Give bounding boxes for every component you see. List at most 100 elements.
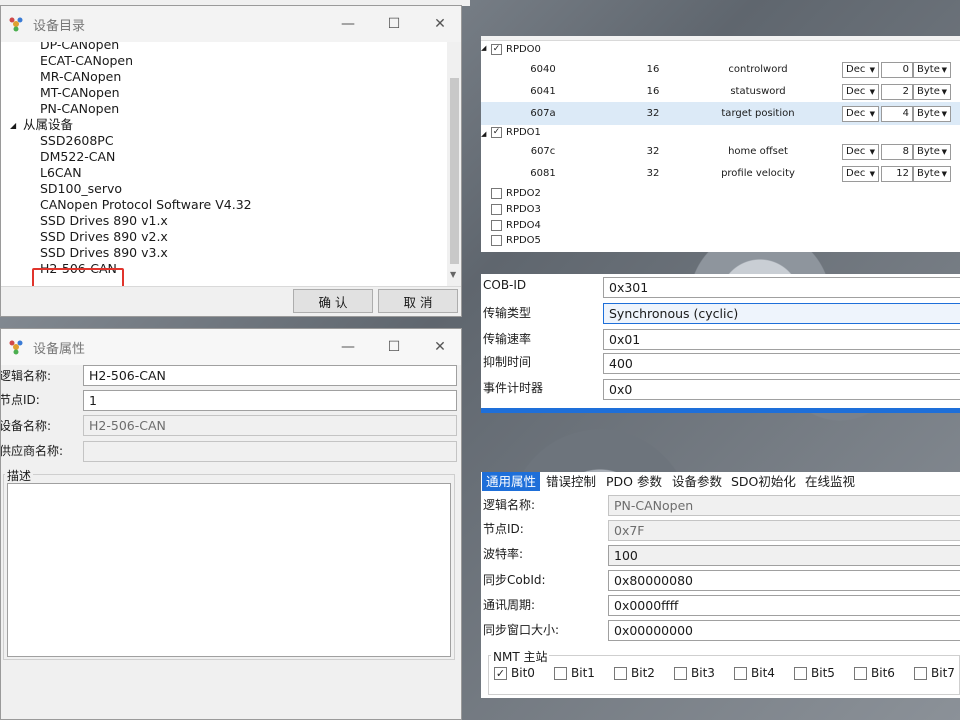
unit-select[interactable]: Byte ▼ (913, 62, 951, 78)
event-timer-field[interactable]: 0x0 (603, 379, 960, 400)
logic-name-field[interactable]: H2-506-CAN (83, 365, 457, 386)
unit-select[interactable]: Byte ▼ (913, 166, 951, 182)
format-select[interactable]: Dec ▼ (842, 62, 879, 78)
tree-item[interactable]: PN-CANopen (40, 101, 119, 117)
rpdo4-checkbox[interactable] (491, 220, 502, 231)
tree-item[interactable]: SSD Drives 890 v1.x (40, 213, 168, 229)
comm-cycle-field[interactable]: 0x0000ffff (608, 595, 960, 616)
bit3-checkbox[interactable] (674, 667, 687, 680)
tree-item[interactable]: MT-CANopen (40, 85, 120, 101)
offset-input[interactable]: 4 (881, 106, 913, 122)
tree-item[interactable]: DP-CANopen (40, 42, 119, 53)
baud-rate-select[interactable]: 100 (608, 545, 960, 566)
tree-item[interactable]: SSD Drives 890 v2.x (40, 229, 168, 245)
tree-item[interactable]: DM522-CAN (40, 149, 115, 165)
tree-item[interactable]: SSD2608PC (40, 133, 114, 149)
format-select[interactable]: Dec ▼ (842, 84, 879, 100)
inhibit-time-field[interactable]: 400 (603, 353, 960, 374)
blue-divider (481, 408, 960, 413)
maximize-button[interactable]: ☐ (371, 329, 417, 365)
description-textarea[interactable] (7, 483, 451, 657)
rpdo5-label: RPDO5 (506, 235, 541, 246)
node-id-label: 节点ID: (0, 393, 40, 407)
rpdo0-checkbox[interactable]: ✓ (491, 44, 502, 55)
sync-cobid-field[interactable]: 0x80000080 (608, 570, 960, 591)
dropdown-arrow-icon: ▼ (869, 66, 875, 74)
app-logo-icon (9, 340, 23, 355)
minimize-button[interactable]: — (325, 329, 371, 365)
maximize-button[interactable]: ☐ (371, 6, 417, 42)
offset-input[interactable]: 2 (881, 84, 913, 100)
bit5-checkbox[interactable] (794, 667, 807, 680)
transmission-rate-field[interactable]: 0x01 (603, 329, 960, 350)
format-select[interactable]: Dec ▼ (842, 166, 879, 182)
table-cell: statusword (730, 86, 786, 97)
scroll-thumb[interactable] (450, 78, 459, 264)
logic-name-label: 逻辑名称: (483, 498, 536, 512)
ok-button[interactable]: 确 认 (293, 289, 373, 313)
tree-item[interactable]: MR-CANopen (40, 69, 121, 85)
tree-item[interactable]: L6CAN (40, 165, 82, 181)
collapse-arrow-icon[interactable]: ◢ (481, 44, 486, 52)
collapse-arrow-icon[interactable]: ◢ (10, 121, 16, 130)
device-properties-titlebar[interactable]: 设备属性 — ☐ ✕ (1, 329, 461, 365)
sync-window-field[interactable]: 0x00000000 (608, 620, 960, 641)
node-id-field[interactable]: 1 (83, 390, 457, 411)
table-cell: 32 (646, 168, 660, 179)
bit6-label: Bit6 (871, 666, 895, 680)
device-catalog-window: 设备目录 — ☐ ✕ DP-CANopen ECAT-CANopen MR-CA… (0, 5, 462, 317)
tree-item[interactable]: SD100_servo (40, 181, 122, 197)
dropdown-arrow-icon: ▼ (941, 148, 947, 156)
bit6-checkbox[interactable] (854, 667, 867, 680)
collapse-arrow-icon[interactable]: ◢ (481, 130, 486, 138)
device-catalog-titlebar[interactable]: 设备目录 — ☐ ✕ (1, 6, 461, 42)
bit4-label: Bit4 (751, 666, 775, 680)
bit5-label: Bit5 (811, 666, 835, 680)
tab-general[interactable]: 通用属性 (482, 472, 541, 491)
table-cell: controlword (728, 64, 788, 75)
bit7-checkbox[interactable] (914, 667, 927, 680)
bit0-checkbox[interactable]: ✓ (494, 667, 507, 680)
format-select[interactable]: Dec ▼ (842, 144, 879, 160)
tree-item[interactable]: SSD Drives 890 v3.x (40, 245, 168, 261)
close-button[interactable]: ✕ (417, 329, 461, 365)
rpdo1-checkbox[interactable]: ✓ (491, 127, 502, 138)
cancel-button[interactable]: 取 消 (378, 289, 458, 313)
rpdo1-label: RPDO1 (506, 127, 541, 138)
close-button[interactable]: ✕ (417, 6, 461, 42)
transmission-type-select[interactable]: Synchronous (cyclic) (603, 303, 960, 324)
bit4-checkbox[interactable] (734, 667, 747, 680)
cobid-field[interactable]: 0x301 (603, 277, 960, 298)
unit-select[interactable]: Byte ▼ (913, 144, 951, 160)
tab-device-params[interactable]: 设备参数 (668, 472, 726, 491)
format-select[interactable]: Dec ▼ (842, 106, 879, 122)
offset-input[interactable]: 8 (881, 144, 913, 160)
tree-item[interactable]: CANopen Protocol Software V4.32 (40, 197, 252, 213)
unit-select[interactable]: Byte ▼ (913, 84, 951, 100)
offset-input[interactable]: 12 (881, 166, 913, 182)
table-cell: target position (721, 108, 795, 119)
unit-select[interactable]: Byte ▼ (913, 106, 951, 122)
device-name-label: 设备名称: (0, 419, 52, 433)
bit2-checkbox[interactable] (614, 667, 627, 680)
dropdown-arrow-icon: ▼ (941, 66, 947, 74)
rpdo3-checkbox[interactable] (491, 204, 502, 215)
tab-pdo-params[interactable]: PDO 参数 (602, 472, 666, 491)
selection-highlight-box (32, 268, 124, 286)
sync-cobid-label: 同步CobId: (483, 573, 546, 587)
tab-error-control[interactable]: 错误控制 (542, 472, 600, 491)
rpdo2-checkbox[interactable] (491, 188, 502, 199)
bit1-checkbox[interactable] (554, 667, 567, 680)
scroll-down-arrow-icon[interactable]: ▼ (450, 270, 456, 279)
tree-item[interactable]: ECAT-CANopen (40, 53, 133, 69)
minimize-button[interactable]: — (325, 6, 371, 42)
tab-sdo-init[interactable]: SDO初始化 (727, 472, 800, 491)
dropdown-arrow-icon: ▼ (941, 110, 947, 118)
tree-scrollbar[interactable]: ▼ (447, 42, 461, 286)
offset-input[interactable]: 0 (881, 62, 913, 78)
tab-online-monitor[interactable]: 在线监视 (801, 472, 859, 491)
table-cell: profile velocity (721, 168, 795, 179)
tree-group-slave-devices[interactable]: 从属设备 (23, 117, 73, 133)
rpdo5-checkbox[interactable] (491, 235, 502, 246)
table-header-strip (481, 36, 960, 41)
